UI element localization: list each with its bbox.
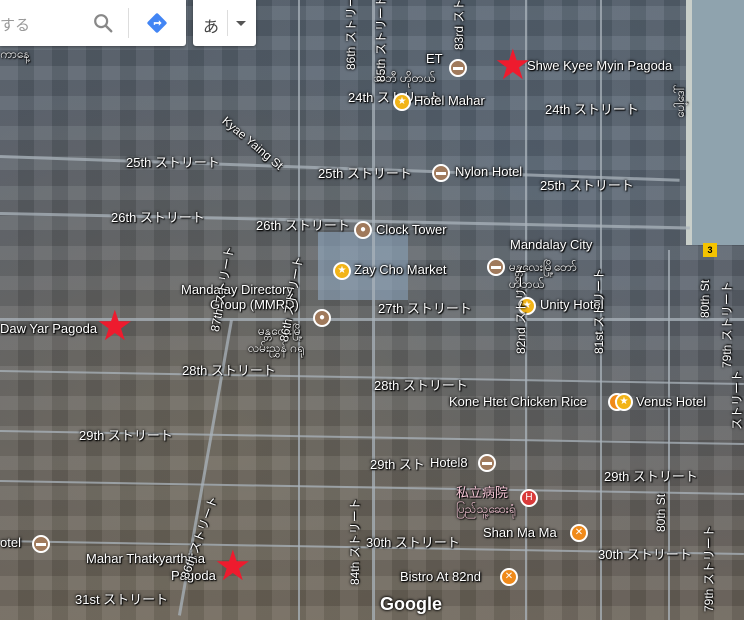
street-label: 80th St xyxy=(654,493,668,532)
place-label-hotel[interactable]: Nylon Hotel xyxy=(455,164,522,179)
landmark-icon[interactable]: ● xyxy=(354,221,372,239)
street-label: 29th スト xyxy=(370,457,425,472)
hotel-bed-icon[interactable]: ▬ xyxy=(478,454,496,472)
landmark-icon[interactable]: ● xyxy=(313,309,331,327)
street-label: 86th ストリート xyxy=(344,0,358,70)
place-label-pagoda[interactable]: Shwe Kyee Myin Pagoda xyxy=(527,58,672,73)
street-label: 28th ストリート xyxy=(374,378,468,393)
street-label: 83rd ストリート xyxy=(452,0,466,50)
highway-shield: 3 xyxy=(703,243,717,257)
hospital-icon[interactable]: H xyxy=(520,489,538,507)
road xyxy=(668,250,670,620)
hotel-bed-icon[interactable]: ▬ xyxy=(32,535,50,553)
directions-icon[interactable] xyxy=(146,12,168,34)
street-label: 79th ストリート xyxy=(720,281,734,368)
google-logo: Google xyxy=(380,594,442,614)
street-label: 29th ストリート xyxy=(604,469,698,484)
hotel-star-icon[interactable]: ★ xyxy=(615,393,633,411)
street-label: 84th ストリート xyxy=(348,498,362,585)
restaurant-icon[interactable]: ✕ xyxy=(570,524,588,542)
place-label-hospital[interactable]: 私立病院 xyxy=(456,482,508,501)
street-label: ストリート xyxy=(730,369,744,430)
hotel-bed-icon[interactable]: ▬ xyxy=(432,164,450,182)
street-label: 27th ストリート xyxy=(378,301,472,316)
street-label: 28th ストリート xyxy=(182,363,276,378)
search-icon[interactable] xyxy=(92,12,114,34)
restaurant-icon[interactable]: ✕ xyxy=(500,568,518,586)
place-label-restaurant[interactable]: Bistro At 82nd xyxy=(400,569,481,584)
place-label[interactable]: Mandalay Directory xyxy=(181,282,293,297)
canal xyxy=(686,0,744,245)
hotel-bed-icon[interactable]: ▬ xyxy=(487,258,505,276)
hotel-star-icon[interactable]: ★ xyxy=(393,93,411,111)
place-label-market[interactable]: Zay Cho Market xyxy=(354,262,446,277)
place-label-hotel[interactable]: Hotel8 xyxy=(430,455,468,470)
place-label-hotel[interactable]: Venus Hotel xyxy=(636,394,706,409)
street-label: 79th ストリート xyxy=(702,525,716,612)
place-label-hotel[interactable]: Hotel Mahar xyxy=(414,93,485,108)
lang-divider xyxy=(227,10,228,36)
street-label: 26th ストリート xyxy=(111,210,205,225)
street-label: 82nd ストリート xyxy=(514,263,528,354)
pagoda-star-icon[interactable]: ★ xyxy=(494,44,532,86)
street-label: 30th ストリート xyxy=(366,535,460,550)
chevron-down-icon[interactable] xyxy=(236,21,246,26)
place-label: ပေါ့ဒေါ် xyxy=(673,84,687,118)
satellite-map[interactable]: する あ ကာနေ့ ET အီတီ ဟိုတယ် ▬ Shwe Kyee My… xyxy=(0,0,744,620)
street-label: 31st ストリート xyxy=(75,592,169,607)
place-label-pagoda[interactable]: Daw Yar Pagoda xyxy=(0,321,97,336)
street-label: 29th ストリート xyxy=(79,428,173,443)
market-star-icon[interactable]: ★ xyxy=(333,262,351,280)
place-label-hotel[interactable]: otel xyxy=(0,535,21,550)
pagoda-star-icon[interactable]: ★ xyxy=(214,545,252,587)
hotel-bed-icon[interactable]: ▬ xyxy=(449,59,467,77)
street-label: 25th ストリート xyxy=(540,178,634,193)
place-label: ET xyxy=(426,51,443,66)
place-label-landmark[interactable]: Clock Tower xyxy=(376,222,447,237)
place-label: လမ်းညွှန် ဂရု xyxy=(248,341,305,355)
street-label: 85th ストリート xyxy=(374,0,388,82)
street-label: 81st ストリート xyxy=(592,267,606,354)
place-label-restaurant[interactable]: Kone Htet Chicken Rice xyxy=(449,394,587,409)
search-divider xyxy=(128,8,129,38)
search-box[interactable]: する xyxy=(0,0,186,46)
place-label: ပြည်သူ့ဆေးရုံ xyxy=(456,502,516,516)
street-label: 30th ストリート xyxy=(598,547,692,562)
street-label: 25th ストリート xyxy=(318,166,412,181)
street-label: 24th ストリート xyxy=(545,102,639,117)
language-label: あ xyxy=(203,19,220,36)
pagoda-star-icon[interactable]: ★ xyxy=(96,305,134,347)
street-label: 80th St xyxy=(698,279,712,318)
street-label: 26th ストリート xyxy=(256,218,350,233)
search-input[interactable]: する xyxy=(0,14,30,35)
place-label-restaurant[interactable]: Shan Ma Ma xyxy=(483,525,557,540)
place-label-hotel[interactable]: Mandalay City xyxy=(510,237,592,252)
street-label: 25th ストリート xyxy=(126,155,220,170)
input-method-button[interactable]: あ xyxy=(193,0,256,46)
place-label: ကာနေ့ xyxy=(0,47,30,61)
